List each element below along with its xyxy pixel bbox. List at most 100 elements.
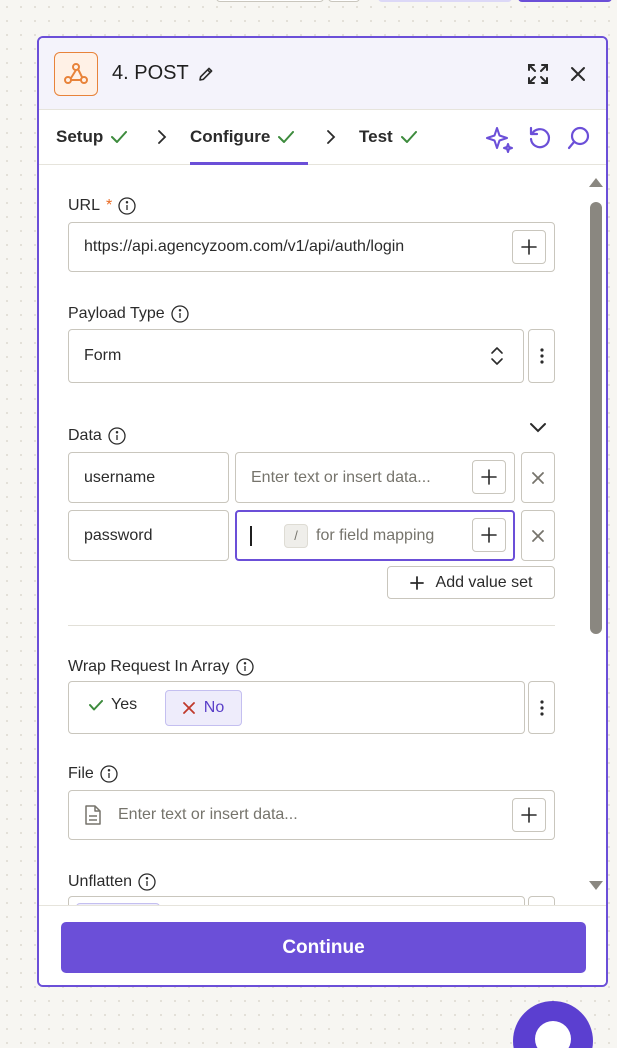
sparkle-icon[interactable] (486, 125, 514, 153)
chevron-right-icon (158, 130, 167, 144)
yes-option[interactable]: Yes (89, 696, 137, 714)
info-icon[interactable] (235, 658, 254, 676)
chevron-down-icon[interactable] (529, 422, 547, 434)
payload-type-label-text: Payload Type (68, 305, 165, 322)
document-icon (85, 805, 101, 825)
configure-form: URL * https://api.agencyzoom.com/v1/api/… (39, 165, 606, 905)
check-icon (111, 131, 128, 143)
insert-data-button[interactable] (472, 518, 506, 552)
url-value: https://api.agencyzoom.com/v1/api/auth/l… (84, 238, 405, 255)
url-label: URL * (68, 197, 136, 215)
info-icon[interactable] (108, 427, 126, 445)
chat-bubble-button[interactable] (513, 1001, 593, 1048)
data-value-placeholder: Enter text or insert data... (251, 468, 431, 486)
data-label: Data (68, 427, 126, 445)
tab-configure[interactable]: Configure (190, 127, 295, 147)
check-icon (89, 699, 103, 710)
close-icon[interactable] (570, 66, 586, 87)
file-label: File (68, 765, 118, 783)
section-divider (68, 625, 555, 626)
tab-label: Configure (190, 127, 271, 146)
insert-data-button[interactable] (512, 798, 546, 832)
plus-icon (521, 239, 537, 255)
plus-icon (521, 807, 537, 823)
close-icon (532, 529, 544, 542)
refresh-icon[interactable] (527, 125, 553, 151)
required-mark: * (106, 197, 113, 214)
url-input[interactable]: https://api.agencyzoom.com/v1/api/auth/l… (68, 222, 555, 272)
info-icon[interactable] (118, 197, 136, 215)
more-options-button[interactable] (528, 681, 555, 734)
wrap-toggle-group: Yes No (68, 681, 525, 734)
file-placeholder: Enter text or insert data... (118, 806, 298, 823)
info-icon[interactable] (100, 765, 118, 783)
continue-button[interactable]: Continue (61, 922, 586, 973)
payload-type-value: Form (84, 347, 122, 364)
file-label-text: File (68, 765, 94, 782)
check-icon (400, 131, 417, 143)
plus-icon (409, 575, 424, 590)
scroll-down-arrow[interactable] (589, 881, 603, 891)
no-label: No (203, 699, 225, 716)
continue-label: Continue (282, 936, 365, 958)
remove-row-button[interactable] (521, 452, 555, 503)
data-key-value: username (84, 468, 156, 486)
expand-icon[interactable] (526, 62, 550, 91)
background-button (216, 0, 324, 2)
chat-icon (535, 1021, 571, 1048)
field-mapping-hint: for field mapping (316, 526, 435, 544)
payload-type-select[interactable]: Form (68, 329, 524, 383)
x-icon (182, 702, 195, 714)
scroll-up-arrow[interactable] (589, 177, 603, 187)
more-options-button[interactable] (528, 896, 555, 905)
check-icon (278, 131, 295, 143)
background-button (378, 0, 512, 2)
wrap-label-text: Wrap Request In Array (68, 658, 230, 675)
step-editor-panel: 4. POST Setup Configure Test URL * https… (37, 36, 608, 987)
panel-footer: Continue (39, 905, 606, 985)
url-label-text: URL (68, 197, 101, 214)
close-icon (532, 471, 544, 484)
data-key-field[interactable]: username (68, 452, 229, 503)
info-icon[interactable] (138, 873, 156, 891)
plus-icon (481, 527, 497, 543)
add-value-set-button[interactable]: Add value set (387, 566, 555, 599)
step-title: 4. POST (112, 62, 189, 84)
pencil-icon[interactable] (197, 65, 215, 88)
add-value-set-label: Add value set (435, 573, 533, 591)
unflatten-label-text: Unflatten (68, 873, 133, 890)
no-option[interactable]: No (165, 690, 242, 726)
data-label-text: Data (68, 427, 102, 444)
background-button (518, 0, 612, 2)
step-tabs: Setup Configure Test (39, 110, 606, 165)
payload-type-label: Payload Type (68, 305, 189, 323)
insert-data-button[interactable] (472, 460, 506, 494)
yes-label: Yes (111, 696, 138, 713)
wrap-label: Wrap Request In Array (68, 658, 254, 676)
search-icon[interactable] (566, 125, 592, 151)
background-button (328, 0, 360, 2)
more-vertical-icon (539, 699, 544, 716)
unflatten-toggle-group (68, 896, 525, 905)
more-vertical-icon (539, 348, 544, 364)
select-arrows-icon (491, 347, 503, 365)
remove-row-button[interactable] (521, 510, 555, 561)
info-icon[interactable] (171, 305, 189, 323)
text-cursor (250, 525, 252, 546)
file-input[interactable]: Enter text or insert data... (68, 790, 555, 840)
chevron-right-icon (327, 130, 336, 144)
webhook-icon (54, 52, 98, 96)
slash-key-hint: / (284, 523, 308, 548)
more-options-button[interactable] (528, 329, 555, 383)
tab-test[interactable]: Test (359, 127, 417, 147)
data-key-value: password (84, 526, 153, 544)
insert-data-button[interactable] (512, 230, 546, 264)
plus-icon (481, 469, 497, 485)
tab-label: Setup (56, 127, 104, 146)
data-key-field[interactable]: password (68, 510, 229, 561)
scrollbar-thumb[interactable] (590, 202, 602, 634)
tab-setup[interactable]: Setup (56, 127, 128, 147)
background-toolbar (0, 0, 617, 4)
panel-header: 4. POST (39, 38, 606, 110)
unflatten-label: Unflatten (68, 873, 156, 891)
